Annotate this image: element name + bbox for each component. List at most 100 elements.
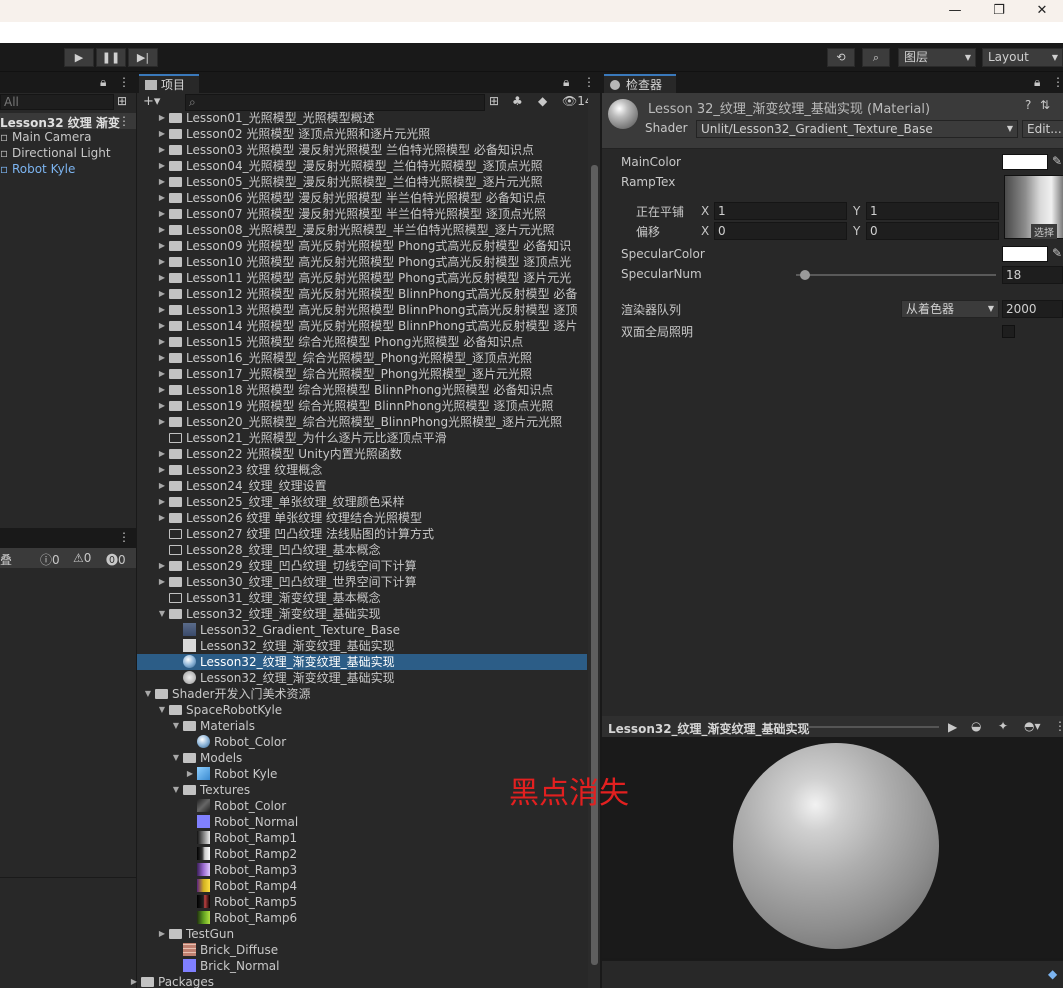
project-row[interactable]: Lesson32_纹理_渐变纹理_基础实现	[137, 670, 587, 686]
collapse-button[interactable]: 叠	[0, 551, 12, 568]
project-row[interactable]: Lesson32_纹理_渐变纹理_基础实现	[137, 638, 587, 654]
scene-header[interactable]: Lesson32 纹理 渐变 ⋮	[0, 113, 136, 130]
project-row[interactable]: Lesson21_光照模型_为什么逐片元比逐顶点平滑	[137, 430, 587, 446]
project-row[interactable]: ▶ Lesson03 光照模型 漫反射光照模型 兰伯特光照模型 必备知识点	[137, 142, 587, 158]
project-row[interactable]: Robot_Ramp4	[137, 878, 587, 894]
maximize-button[interactable]: ❐	[976, 0, 1022, 22]
chevron-down-icon[interactable]: ▼	[171, 718, 181, 734]
lights-icon[interactable]: ✦	[998, 719, 1008, 733]
specular-num-input[interactable]: 18	[1002, 266, 1063, 284]
chevron-right-icon[interactable]: ▶	[157, 478, 167, 494]
chevron-right-icon[interactable]: ▶	[157, 558, 167, 574]
project-row[interactable]: ▶ Lesson04_光照模型_漫反射光照模型_兰伯特光照模型_逐顶点光照	[137, 158, 587, 174]
error-count[interactable]: ⓿0	[106, 551, 126, 568]
project-row[interactable]: ▼ Lesson32_纹理_渐变纹理_基础实现	[137, 606, 587, 622]
project-row[interactable]: ▶ Lesson20_光照模型_综合光照模型_BlinnPhong光照模型_逐片元…	[137, 414, 587, 430]
hierarchy-item[interactable]: ▫ Directional Light	[0, 146, 111, 160]
play-button[interactable]: ▶	[64, 48, 94, 67]
project-row[interactable]: ▼ Models	[137, 750, 587, 766]
project-row[interactable]: ▶ Lesson16_光照模型_综合光照模型_Phong光照模型_逐顶点光照	[137, 350, 587, 366]
hierarchy-search-input[interactable]: All	[0, 94, 114, 110]
project-row[interactable]: Lesson31_纹理_渐变纹理_基本概念	[137, 590, 587, 606]
project-row[interactable]: ▼ Materials	[137, 718, 587, 734]
chevron-right-icon[interactable]: ▶	[157, 222, 167, 238]
chevron-down-icon[interactable]: ▼	[171, 782, 181, 798]
chevron-right-icon[interactable]: ▶	[157, 334, 167, 350]
search-filter-icon[interactable]: ⊞	[489, 94, 499, 108]
filter-icon[interactable]: ⊞	[117, 94, 127, 108]
project-row[interactable]: ▶ Lesson25_纹理_单张纹理_纹理颜色采样	[137, 494, 587, 510]
tiling-x-input[interactable]: 1	[714, 202, 847, 220]
project-row[interactable]: ▶ Lesson13 光照模型 高光反射光照模型 BlinnPhong式高光反射模…	[137, 302, 587, 318]
tiling-y-input[interactable]: 1	[866, 202, 999, 220]
layout-dropdown[interactable]: Layout ▼	[982, 48, 1063, 67]
more-icon[interactable]: ⋮	[118, 75, 130, 89]
offset-y-input[interactable]: 0	[866, 222, 999, 240]
close-button[interactable]: ✕	[1019, 0, 1063, 22]
offset-x-input[interactable]: 0	[714, 222, 847, 240]
tab-project[interactable]: 项目	[139, 74, 199, 93]
warning-count[interactable]: ⚠0	[73, 551, 91, 565]
eyedropper-icon[interactable]: ✎	[1052, 154, 1062, 168]
project-row[interactable]: Robot_Color	[137, 734, 587, 750]
main-color-swatch[interactable]	[1002, 154, 1048, 170]
project-row[interactable]: ▶ Lesson06 光照模型 漫反射光照模型 半兰伯特光照模型 必备知识点	[137, 190, 587, 206]
add-asset-button[interactable]: +▾	[143, 94, 160, 109]
preview-shape-dropdown[interactable]: ◓▾	[1024, 719, 1041, 733]
hierarchy-item[interactable]: ▫ Robot Kyle	[0, 162, 75, 176]
render-queue-input[interactable]: 2000	[1002, 300, 1063, 318]
chevron-right-icon[interactable]: ▶	[157, 926, 167, 942]
chevron-right-icon[interactable]: ▶	[157, 254, 167, 270]
project-row[interactable]: ▶ Lesson15 光照模型 综合光照模型 Phong光照模型 必备知识点	[137, 334, 587, 350]
chevron-right-icon[interactable]: ▶	[157, 494, 167, 510]
chevron-right-icon[interactable]: ▶	[157, 126, 167, 142]
eyedropper-icon[interactable]: ✎	[1052, 246, 1062, 260]
project-row[interactable]: ▶ Lesson14 光照模型 高光反射光照模型 BlinnPhong式高光反射模…	[137, 318, 587, 334]
specular-slider-track[interactable]	[796, 270, 996, 280]
project-row[interactable]: ▶ Lesson01_光照模型_光照模型概述	[137, 110, 587, 126]
minimize-button[interactable]: —	[932, 0, 978, 22]
search-icon[interactable]: ⌕	[862, 48, 890, 67]
more-icon[interactable]: ⋮	[583, 75, 595, 89]
layers-dropdown[interactable]: 图层 ▼	[898, 48, 976, 67]
render-queue-dropdown[interactable]: 从着色器 ▼	[901, 300, 999, 318]
project-row[interactable]: Robot_Ramp6	[137, 910, 587, 926]
project-row[interactable]: Lesson32_Gradient_Texture_Base	[137, 622, 587, 638]
chevron-right-icon[interactable]: ▶	[157, 270, 167, 286]
settings-icon[interactable]: ⇅	[1040, 98, 1050, 112]
project-row[interactable]: ▶ Lesson02 光照模型 逐顶点光照和逐片元光照	[137, 126, 587, 142]
chevron-right-icon[interactable]: ▶	[157, 302, 167, 318]
chevron-down-icon[interactable]: ▼	[157, 702, 167, 718]
chevron-right-icon[interactable]: ▶	[157, 446, 167, 462]
more-icon[interactable]: ⋮	[1054, 719, 1063, 733]
chevron-right-icon[interactable]: ▶	[157, 398, 167, 414]
tab-inspector[interactable]: 检查器	[604, 74, 676, 93]
chevron-right-icon[interactable]: ▶	[157, 286, 167, 302]
project-row[interactable]: Lesson32_纹理_渐变纹理_基础实现	[137, 654, 587, 670]
label-filter-icon[interactable]: ◆	[538, 94, 547, 108]
more-icon[interactable]: ⋮	[118, 114, 130, 128]
project-row[interactable]: ▶ Lesson11 光照模型 高光反射光照模型 Phong式高光反射模型 逐片元…	[137, 270, 587, 286]
chevron-down-icon[interactable]: ▼	[157, 606, 167, 622]
project-row[interactable]: ▶ Lesson09 光照模型 高光反射光照模型 Phong式高光反射模型 必备知…	[137, 238, 587, 254]
chevron-right-icon[interactable]: ▶	[157, 158, 167, 174]
project-row[interactable]: ▶ Lesson22 光照模型 Unity内置光照函数	[137, 446, 587, 462]
project-row[interactable]: ▼ Shader开发入门美术资源	[137, 686, 587, 702]
more-icon[interactable]: ⋮	[118, 530, 130, 544]
project-row[interactable]: ▶ Lesson18 光照模型 综合光照模型 BlinnPhong光照模型 必备知…	[137, 382, 587, 398]
chevron-down-icon[interactable]: ▼	[171, 750, 181, 766]
shader-dropdown[interactable]: Unlit/Lesson32_Gradient_Texture_Base ▼	[696, 120, 1018, 138]
preview-drag-handle[interactable]	[807, 726, 939, 728]
project-row[interactable]: Robot_Ramp1	[137, 830, 587, 846]
history-icon[interactable]: ⟲	[827, 48, 855, 67]
project-row[interactable]: ▶ Lesson23 纹理 纹理概念	[137, 462, 587, 478]
help-icon[interactable]: ?	[1025, 98, 1031, 112]
chevron-right-icon[interactable]: ▶	[129, 974, 139, 988]
project-row[interactable]: ▶ Lesson29_纹理_凹凸纹理_切线空间下计算	[137, 558, 587, 574]
specular-color-swatch[interactable]	[1002, 246, 1048, 262]
project-row[interactable]: Robot_Ramp3	[137, 862, 587, 878]
chevron-right-icon[interactable]: ▶	[157, 366, 167, 382]
chevron-right-icon[interactable]: ▶	[157, 350, 167, 366]
select-texture-button[interactable]: 选择	[1031, 224, 1057, 239]
play-preview-icon[interactable]: ▶	[948, 720, 957, 734]
